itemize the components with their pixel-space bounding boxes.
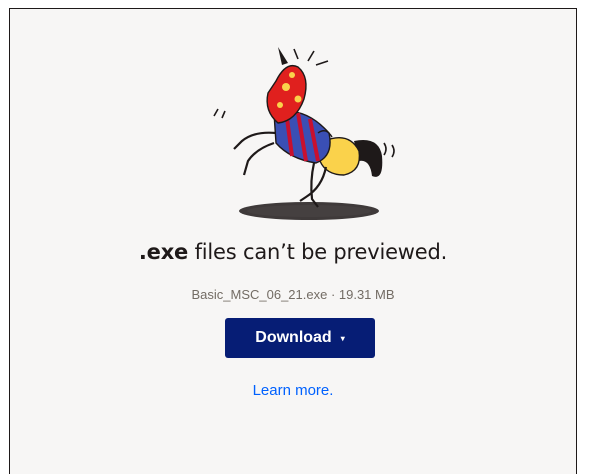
preview-panel: .exe files can’t be previewed. Basic_MSC…	[9, 8, 577, 474]
rearing-horse-illustration	[213, 47, 395, 220]
caret-down-icon: ▾	[340, 334, 345, 343]
heading-text: files can’t be previewed.	[188, 240, 448, 264]
preview-unavailable-heading: .exe files can’t be previewed.	[10, 240, 576, 264]
file-name-and-size: Basic_MSC_06_21.exe · 19.31 MB	[191, 287, 395, 302]
download-label: Download	[255, 329, 332, 346]
file-extension: .exe	[138, 240, 189, 264]
learn-more-link[interactable]: Learn more.	[10, 382, 576, 399]
download-button[interactable]: Download ▾	[225, 318, 375, 358]
